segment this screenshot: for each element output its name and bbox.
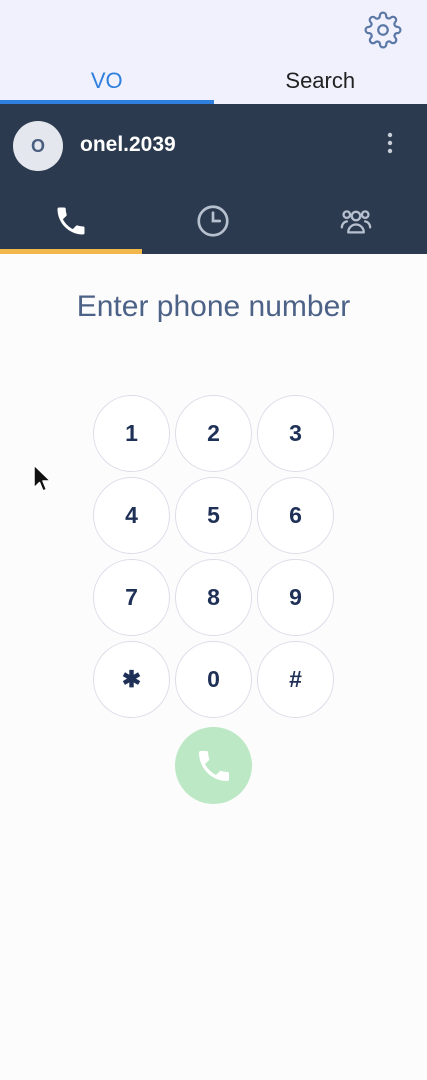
username: onel.2039: [80, 133, 176, 156]
phone-icon: [198, 750, 229, 781]
more-options-icon[interactable]: [377, 128, 403, 158]
clock-icon: [197, 205, 230, 237]
key-hash[interactable]: #: [257, 641, 334, 718]
account-header: O onel.2039: [0, 104, 427, 254]
phone-icon: [57, 207, 85, 235]
mouse-cursor-icon: [33, 464, 52, 492]
avatar[interactable]: O: [13, 121, 63, 171]
call-button[interactable]: [175, 727, 252, 804]
tab-vo[interactable]: VO: [0, 64, 214, 104]
key-4[interactable]: 4: [93, 477, 170, 554]
key-star[interactable]: ✱: [93, 641, 170, 718]
tab-search[interactable]: Search: [214, 64, 427, 104]
tab-history[interactable]: [142, 188, 284, 254]
key-2[interactable]: 2: [175, 395, 252, 472]
key-8[interactable]: 8: [175, 559, 252, 636]
app-window: VO Search O onel.2039 Enter phone number…: [0, 0, 427, 1080]
top-bar: VO Search: [0, 0, 427, 104]
tab-contacts[interactable]: [285, 188, 427, 254]
key-9[interactable]: 9: [257, 559, 334, 636]
key-7[interactable]: 7: [93, 559, 170, 636]
key-5[interactable]: 5: [175, 477, 252, 554]
contacts-icon: [340, 210, 372, 234]
key-6[interactable]: 6: [257, 477, 334, 554]
gear-icon[interactable]: [364, 11, 402, 49]
key-0[interactable]: 0: [175, 641, 252, 718]
phone-number-prompt[interactable]: Enter phone number: [0, 290, 427, 324]
key-3[interactable]: 3: [257, 395, 334, 472]
sub-tabs: [0, 188, 427, 254]
dial-keypad: 1 2 3 4 5 6 7 8 9 ✱ 0 #: [93, 395, 335, 718]
top-tabs: VO Search: [0, 64, 427, 104]
tab-calls[interactable]: [0, 188, 143, 254]
key-1[interactable]: 1: [93, 395, 170, 472]
